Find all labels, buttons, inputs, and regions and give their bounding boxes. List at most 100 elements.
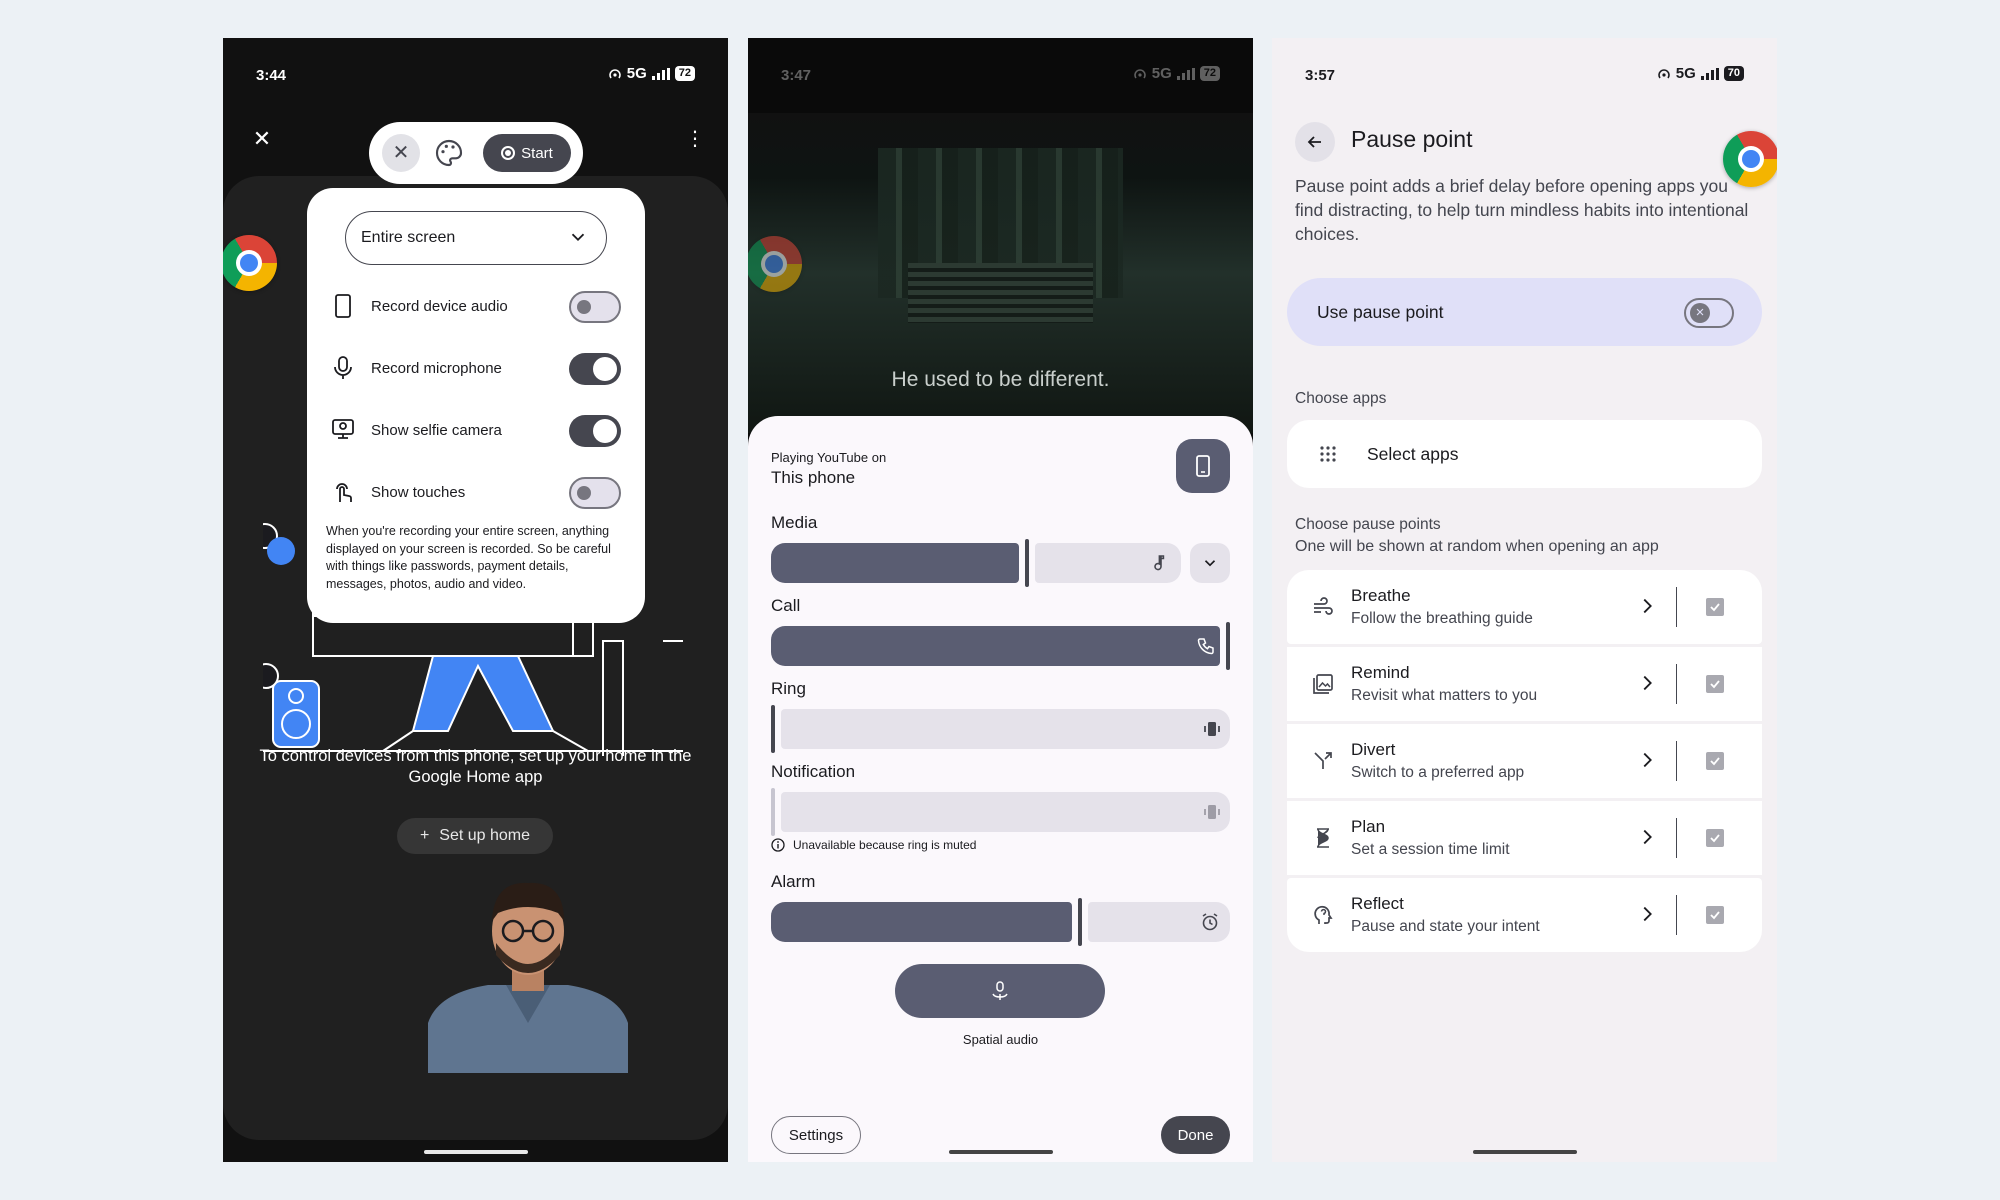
cancel-recording-button[interactable]: ✕ (382, 134, 420, 172)
playing-on-label: Playing YouTube on (771, 450, 887, 465)
arrow-back-icon (1307, 136, 1321, 148)
chrome-bubble-icon[interactable] (748, 236, 802, 292)
pause-point-divert[interactable]: Divert Switch to a preferred app (1287, 724, 1762, 798)
back-button[interactable] (1295, 122, 1335, 162)
phone-icon (331, 294, 355, 318)
slider-handle[interactable] (1025, 539, 1029, 587)
palette-icon[interactable] (433, 137, 465, 169)
microphone-icon (331, 356, 355, 380)
pause-point-checkbox[interactable] (1706, 906, 1724, 924)
video-frame-steps (908, 263, 1093, 323)
device-audio-toggle[interactable] (569, 291, 621, 323)
start-label: Start (521, 144, 553, 162)
unavailable-note: Unavailable because ring is muted (771, 838, 976, 852)
slider-handle[interactable] (771, 705, 775, 753)
pause-point-checkbox[interactable] (1706, 752, 1724, 770)
chevron-right-icon (1643, 752, 1652, 768)
selfie-camera-toggle[interactable] (569, 415, 621, 447)
output-device-button[interactable] (1176, 439, 1230, 493)
page-description: Pause point adds a brief delay before op… (1295, 176, 1749, 244)
selfie-camera-icon (331, 418, 355, 442)
divider (1675, 818, 1677, 858)
spatial-audio-label: Spatial audio (962, 1032, 1039, 1047)
hotspot-icon (608, 68, 621, 78)
alarm-volume-slider[interactable] (771, 898, 1230, 946)
battery-icon: 72 (1199, 66, 1220, 81)
slider-fill (771, 626, 1220, 666)
select-apps-card[interactable]: Select apps (1287, 420, 1762, 488)
pause-point-checkbox[interactable] (1706, 675, 1724, 693)
selfie-camera-preview[interactable] (428, 873, 628, 1073)
status-bar: 3:57 5G 70 (1272, 38, 1777, 113)
set-up-home-button[interactable]: + Set up home (397, 818, 553, 854)
call-label: Call (771, 596, 801, 615)
network-type: 5G (626, 65, 647, 82)
pause-point-checkbox[interactable] (1706, 598, 1724, 616)
show-touches-toggle[interactable] (569, 477, 621, 509)
spatial-audio-icon (992, 981, 1008, 1000)
hotspot-icon (1657, 68, 1670, 78)
pause-point-subtitle: Set a session time limit (1351, 841, 1510, 858)
done-button[interactable]: Done (1161, 1116, 1230, 1154)
video-caption: He used to be different. (891, 368, 1110, 391)
pause-point-checkbox[interactable] (1706, 829, 1724, 847)
slider-handle[interactable] (1226, 622, 1230, 670)
option-label: Record microphone (371, 359, 502, 377)
pause-point-breathe[interactable]: Breathe Follow the breathing guide (1287, 570, 1762, 644)
alt-route-icon (1314, 752, 1332, 769)
microphone-toggle[interactable] (569, 353, 621, 385)
pause-point-subtitle: Follow the breathing guide (1351, 610, 1533, 627)
more-options-icon[interactable]: ⋮ (679, 123, 711, 155)
battery-icon: 72 (674, 66, 695, 81)
call-volume-slider[interactable] (771, 622, 1230, 670)
phone-pause-point: 3:57 5G 70 Pause point Pause point adds … (1272, 38, 1777, 1162)
expand-streams-button[interactable] (1190, 543, 1230, 583)
chevron-right-icon (1643, 675, 1652, 691)
google-home-prompt: To control devices from this phone, set … (259, 747, 692, 786)
close-icon[interactable]: ✕ (246, 123, 278, 155)
hotspot-icon (1133, 68, 1146, 78)
pause-point-title: Reflect (1351, 894, 1404, 913)
hourglass-icon (1317, 828, 1329, 848)
option-label: Record device audio (371, 297, 508, 315)
media-volume-slider[interactable] (771, 539, 1181, 587)
pause-points-list: Breathe Follow the breathing guide Remin… (1287, 570, 1762, 955)
volume-sheet: Playing YouTube on This phone Media Call… (748, 416, 1253, 1162)
pause-point-plan[interactable]: Plan Set a session time limit (1287, 801, 1762, 875)
status-time: 3:57 (1305, 67, 1336, 84)
set-up-home-label: Set up home (439, 827, 531, 844)
phone-call-icon (1197, 638, 1214, 655)
settings-button[interactable]: Settings (771, 1116, 861, 1154)
notification-label: Notification (771, 762, 856, 781)
chevron-right-icon (1643, 906, 1652, 922)
capture-mode-dropdown[interactable]: Entire screen (345, 211, 607, 265)
pause-point-title: Plan (1351, 817, 1386, 836)
page-title: Pause point (1351, 126, 1473, 152)
signal-icon (651, 67, 670, 80)
slider-fill (771, 543, 1019, 583)
media-label: Media (771, 513, 818, 532)
spatial-audio-button[interactable] (895, 964, 1105, 1018)
use-pause-point-toggle[interactable] (1684, 298, 1734, 328)
network-type: 5G (1151, 65, 1172, 82)
use-pause-point-card[interactable]: Use pause point (1287, 278, 1762, 346)
output-device-name: This phone (771, 468, 856, 487)
vibrate-icon (1204, 722, 1220, 736)
chevron-right-icon (1643, 598, 1652, 614)
option-show-touches: Show touches (331, 472, 621, 512)
video-player[interactable]: He used to be different. (748, 113, 1253, 433)
pause-point-remind[interactable]: Remind Revisit what matters to you (1287, 647, 1762, 721)
capture-mode-value: Entire screen (361, 229, 456, 246)
chrome-bubble-icon[interactable] (223, 235, 277, 291)
phone-volume-panel: 3:47 5G 72 He used to be different. Play… (748, 38, 1253, 1162)
option-selfie-camera: Show selfie camera (331, 410, 621, 450)
recording-options-panel: Entire screen Record device audio Record… (307, 188, 645, 623)
plus-icon: + (419, 827, 430, 844)
start-recording-button[interactable]: Start (483, 134, 571, 172)
alarm-clock-icon (1202, 913, 1218, 931)
select-apps-label: Select apps (1367, 444, 1459, 464)
pause-point-reflect[interactable]: Reflect Pause and state your intent (1287, 878, 1762, 952)
ring-volume-slider[interactable] (771, 705, 1230, 753)
pause-point-subtitle: Pause and state your intent (1351, 918, 1540, 935)
slider-handle[interactable] (1078, 898, 1082, 946)
